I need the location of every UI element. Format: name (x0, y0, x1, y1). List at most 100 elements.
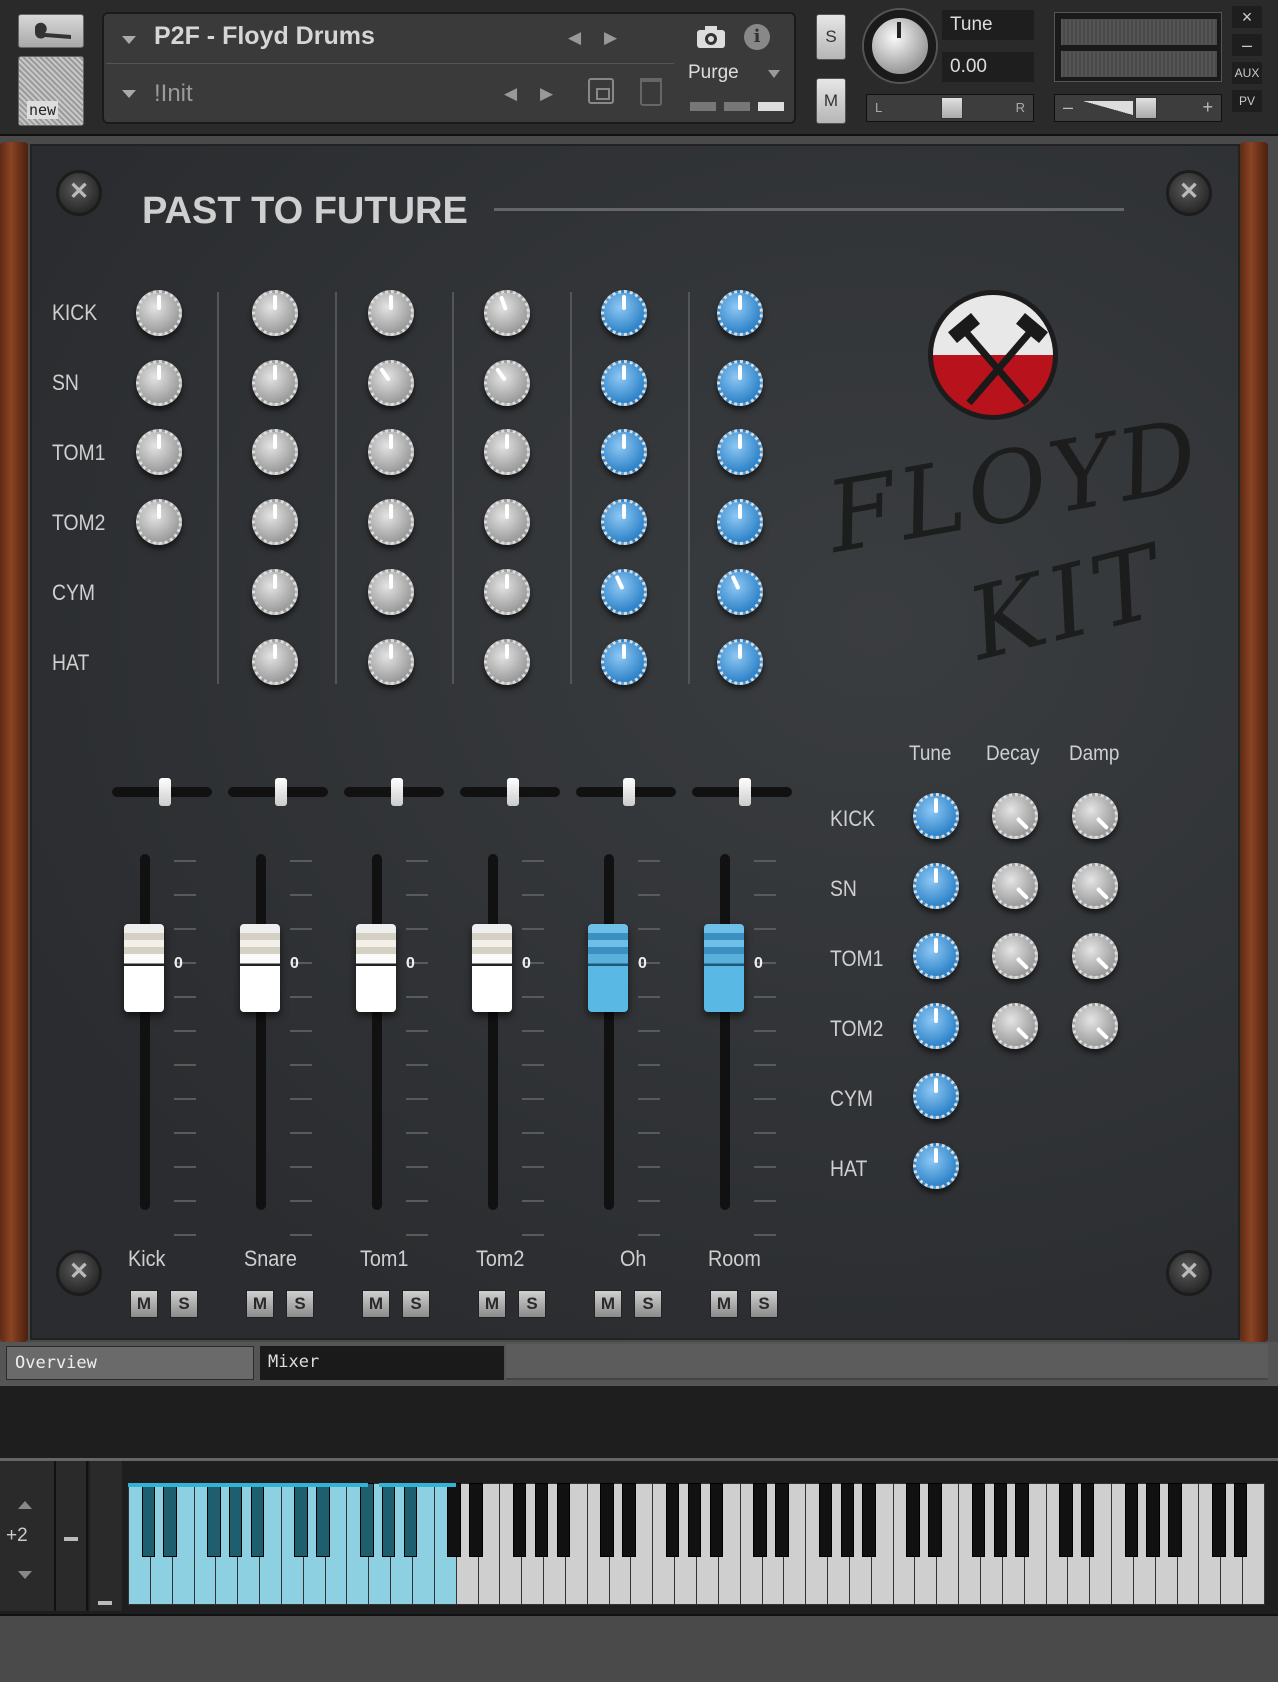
fader-handle[interactable] (704, 924, 744, 1012)
black-key[interactable] (512, 1483, 527, 1557)
routing-knob[interactable] (717, 639, 763, 685)
close-icon[interactable]: × (1232, 6, 1262, 28)
instrument-volume-slider[interactable]: – + (1054, 94, 1222, 122)
fader-handle[interactable] (472, 924, 512, 1012)
routing-knob[interactable] (252, 639, 298, 685)
channel-solo-button[interactable]: S (170, 1290, 198, 1318)
black-key[interactable] (1124, 1483, 1139, 1557)
info-icon[interactable]: i (744, 24, 770, 50)
black-key[interactable] (818, 1483, 833, 1557)
black-key[interactable] (294, 1483, 308, 1557)
damp-knob[interactable] (1072, 1003, 1118, 1049)
routing-knob[interactable] (368, 639, 414, 685)
tune-knob[interactable] (913, 793, 959, 839)
mod-wheel[interactable] (90, 1461, 122, 1611)
black-key[interactable] (928, 1483, 942, 1557)
channel-pan-slider[interactable] (576, 778, 676, 806)
channel-pan-slider[interactable] (344, 778, 444, 806)
octave-down-icon[interactable] (18, 1571, 32, 1579)
routing-knob[interactable] (368, 499, 414, 545)
routing-knob[interactable] (717, 290, 763, 336)
routing-knob[interactable] (484, 290, 530, 336)
tab-overview[interactable]: Overview (6, 1346, 254, 1380)
minimize-icon[interactable]: – (1232, 34, 1262, 56)
piano-keyboard[interactable] (128, 1483, 1265, 1605)
new-instrument-button[interactable]: new (18, 56, 84, 126)
routing-knob[interactable] (601, 569, 647, 615)
black-key[interactable] (906, 1483, 920, 1557)
volume-handle[interactable] (1135, 97, 1157, 119)
camera-icon[interactable] (694, 22, 728, 52)
black-key[interactable] (556, 1483, 571, 1557)
pan-knob-handle[interactable] (275, 778, 287, 806)
channel-solo-button[interactable]: S (402, 1290, 430, 1318)
instrument-name-row[interactable]: P2F - Floyd Drums ◀ ▶ (106, 16, 674, 64)
channel-mute-button[interactable]: M (478, 1290, 506, 1318)
routing-knob[interactable] (717, 360, 763, 406)
routing-knob[interactable] (368, 360, 414, 406)
routing-knob[interactable] (484, 569, 530, 615)
channel-mute-button[interactable]: M (594, 1290, 622, 1318)
routing-knob[interactable] (717, 429, 763, 475)
routing-knob[interactable] (252, 360, 298, 406)
fader-handle[interactable] (240, 924, 280, 1012)
routing-knob[interactable] (136, 499, 182, 545)
black-key[interactable] (709, 1483, 724, 1557)
black-key[interactable] (141, 1483, 156, 1557)
routing-knob[interactable] (601, 360, 647, 406)
tune-value[interactable]: 0.00 (942, 52, 1034, 82)
decay-knob[interactable] (992, 863, 1038, 909)
channel-solo-button[interactable]: S (286, 1290, 314, 1318)
black-key[interactable] (228, 1483, 243, 1557)
routing-knob[interactable] (368, 290, 414, 336)
routing-knob[interactable] (717, 569, 763, 615)
prev-instrument-icon[interactable]: ◀ (568, 28, 581, 48)
instrument-dropdown-arrow-icon[interactable] (122, 36, 136, 44)
prev-preset-icon[interactable]: ◀ (504, 84, 517, 104)
black-key[interactable] (1080, 1483, 1095, 1557)
channel-mute-button[interactable]: M (710, 1290, 738, 1318)
channel-solo-button[interactable]: S (750, 1290, 778, 1318)
black-key[interactable] (381, 1483, 396, 1557)
channel-pan-slider[interactable] (460, 778, 560, 806)
black-key[interactable] (971, 1483, 986, 1557)
damp-knob[interactable] (1072, 793, 1118, 839)
channel-pan-slider[interactable] (112, 778, 212, 806)
black-key[interactable] (469, 1483, 483, 1557)
routing-knob[interactable] (484, 639, 530, 685)
routing-knob[interactable] (484, 360, 530, 406)
black-key[interactable] (622, 1483, 636, 1557)
black-key[interactable] (687, 1483, 702, 1557)
black-key[interactable] (600, 1483, 614, 1557)
channel-solo-button[interactable]: S (518, 1290, 546, 1318)
tune-knob[interactable] (913, 863, 959, 909)
decay-knob[interactable] (992, 793, 1038, 839)
pv-button[interactable]: PV (1232, 90, 1262, 112)
purge-menu-label[interactable]: Purge (688, 62, 739, 84)
fader-track[interactable] (604, 854, 614, 1210)
next-instrument-icon[interactable]: ▶ (604, 28, 617, 48)
black-key[interactable] (1233, 1483, 1248, 1557)
preset-dropdown-arrow-icon[interactable] (122, 90, 136, 98)
pan-knob-handle[interactable] (623, 778, 635, 806)
tune-knob[interactable] (913, 1003, 959, 1049)
instrument-mute-button[interactable]: M (816, 78, 846, 124)
pan-knob-handle[interactable] (739, 778, 751, 806)
black-key[interactable] (775, 1483, 789, 1557)
black-key[interactable] (665, 1483, 680, 1557)
routing-knob[interactable] (601, 429, 647, 475)
tune-knob[interactable] (913, 1143, 959, 1189)
routing-knob[interactable] (601, 639, 647, 685)
black-key[interactable] (753, 1483, 767, 1557)
pitch-bend-wheel[interactable] (56, 1461, 88, 1611)
next-preset-icon[interactable]: ▶ (540, 84, 553, 104)
black-key[interactable] (862, 1483, 876, 1557)
instrument-pan-slider[interactable]: L R (866, 94, 1034, 122)
black-key[interactable] (163, 1483, 177, 1557)
octave-up-icon[interactable] (18, 1501, 32, 1509)
routing-knob[interactable] (601, 499, 647, 545)
routing-knob[interactable] (252, 429, 298, 475)
black-key[interactable] (993, 1483, 1008, 1557)
channel-mute-button[interactable]: M (246, 1290, 274, 1318)
routing-knob[interactable] (136, 429, 182, 475)
